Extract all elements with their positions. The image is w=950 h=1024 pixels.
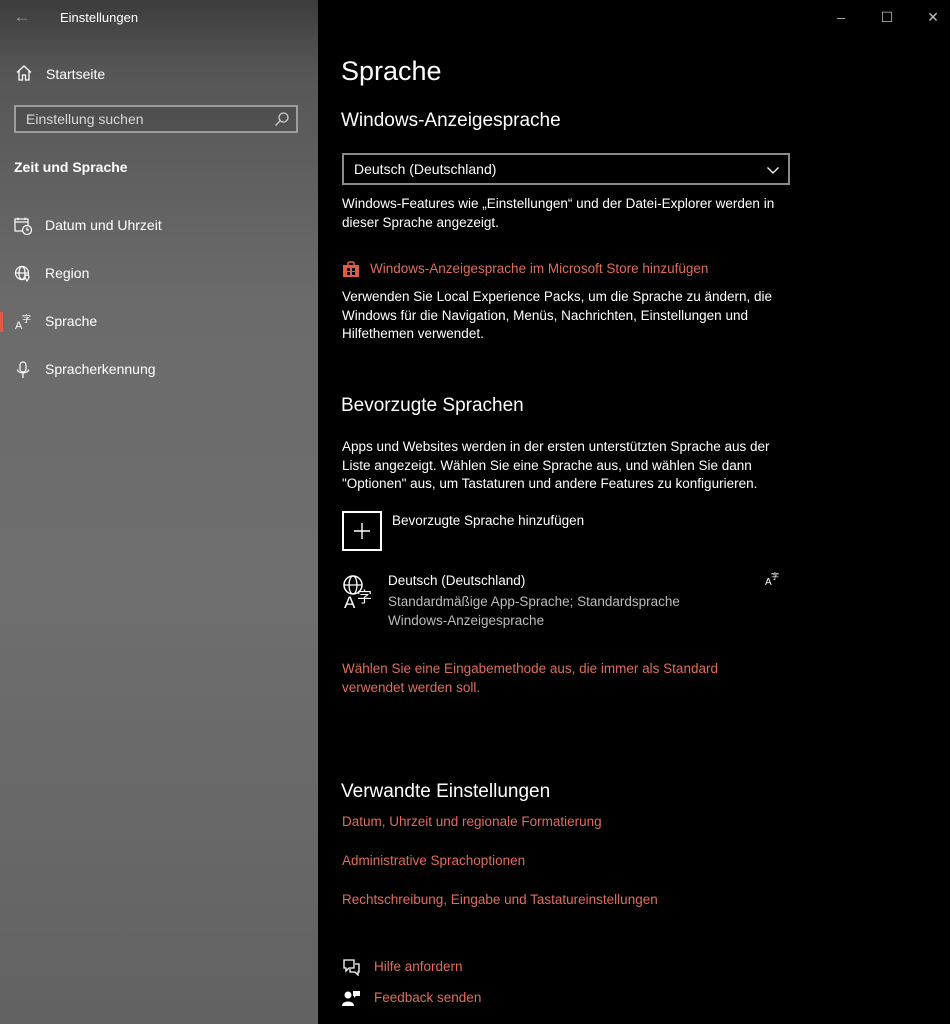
store-icon: [343, 261, 359, 277]
sidebar-item-region[interactable]: Region: [0, 254, 318, 294]
globe-pin-icon: [14, 265, 30, 283]
help-icon: [343, 959, 360, 976]
sidebar: ← Einstellungen Startseite Zeit und Spra…: [0, 0, 318, 1024]
chevron-down-icon: [767, 167, 779, 174]
svg-text:字: 字: [357, 588, 372, 606]
sidebar-item-speech[interactable]: Spracherkennung: [0, 350, 318, 390]
svg-text:A: A: [344, 593, 356, 610]
preferred-languages-description: Apps und Websites werden in der ersten u…: [342, 439, 770, 491]
sidebar-item-label: Region: [45, 265, 90, 281]
search-input[interactable]: [16, 107, 276, 131]
related-link-spelling-typing[interactable]: Rechtschreibung, Eingabe und Tastaturein…: [342, 892, 658, 907]
back-arrow-icon[interactable]: ←: [10, 7, 34, 27]
add-language-button[interactable]: [342, 511, 382, 551]
lxp-description: Verwenden Sie Local Experience Packs, um…: [342, 289, 773, 341]
home-link[interactable]: Startseite: [46, 66, 105, 82]
close-button[interactable]: ✕: [921, 6, 945, 28]
preferred-languages-heading: Bevorzugte Sprachen: [341, 395, 524, 416]
feedback-link[interactable]: Feedback senden: [374, 990, 481, 1005]
add-language-label[interactable]: Bevorzugte Sprache hinzufügen: [392, 513, 584, 528]
display-language-heading: Windows-Anzeigesprache: [341, 110, 561, 131]
display-language-badge-icon: A 字: [765, 571, 779, 586]
search-box[interactable]: [14, 105, 298, 133]
language-globe-icon: A 字: [343, 575, 372, 610]
svg-text:字: 字: [771, 571, 779, 581]
language-icon: A 字: [15, 313, 31, 332]
search-icon[interactable]: [274, 111, 290, 127]
display-language-dropdown[interactable]: Deutsch (Deutschland): [342, 153, 790, 185]
language-details: Standardmäßige App-Sprache; Standardspra…: [388, 594, 680, 628]
help-link[interactable]: Hilfe anfordern: [374, 959, 463, 974]
input-method-link[interactable]: Wählen Sie eine Eingabemethode aus, die …: [342, 660, 718, 697]
sidebar-item-label: Datum und Uhrzeit: [45, 217, 162, 233]
page-title: Sprache: [341, 56, 442, 86]
display-language-description: Windows-Features wie „Einstellungen“ und…: [342, 196, 775, 230]
minimize-button[interactable]: –: [829, 6, 853, 28]
related-settings-heading: Verwandte Einstellungen: [341, 781, 551, 802]
app-title: Einstellungen: [60, 10, 139, 25]
sidebar-item-date-time[interactable]: Datum und Uhrzeit: [0, 206, 318, 246]
calendar-clock-icon: [14, 217, 33, 236]
sidebar-item-label: Sprache: [45, 313, 98, 329]
microphone-icon: [16, 361, 30, 378]
selection-indicator: [0, 312, 3, 332]
plus-icon: [354, 523, 370, 539]
feedback-icon: [342, 991, 360, 1006]
sidebar-item-label: Spracherkennung: [45, 361, 156, 377]
related-link-date-format[interactable]: Datum, Uhrzeit und regionale Formatierun…: [342, 814, 602, 829]
related-link-admin-language[interactable]: Administrative Sprachoptionen: [342, 853, 525, 868]
sidebar-item-language[interactable]: A 字 Sprache: [0, 302, 318, 342]
maximize-button[interactable]: ☐: [875, 6, 899, 28]
store-link[interactable]: Windows-Anzeigesprache im Microsoft Stor…: [370, 261, 708, 276]
language-name[interactable]: Deutsch (Deutschland): [388, 573, 525, 588]
section-title: Zeit und Sprache: [14, 159, 128, 175]
dropdown-value: Deutsch (Deutschland): [354, 161, 497, 177]
home-icon[interactable]: [14, 63, 34, 83]
svg-text:字: 字: [22, 313, 31, 325]
